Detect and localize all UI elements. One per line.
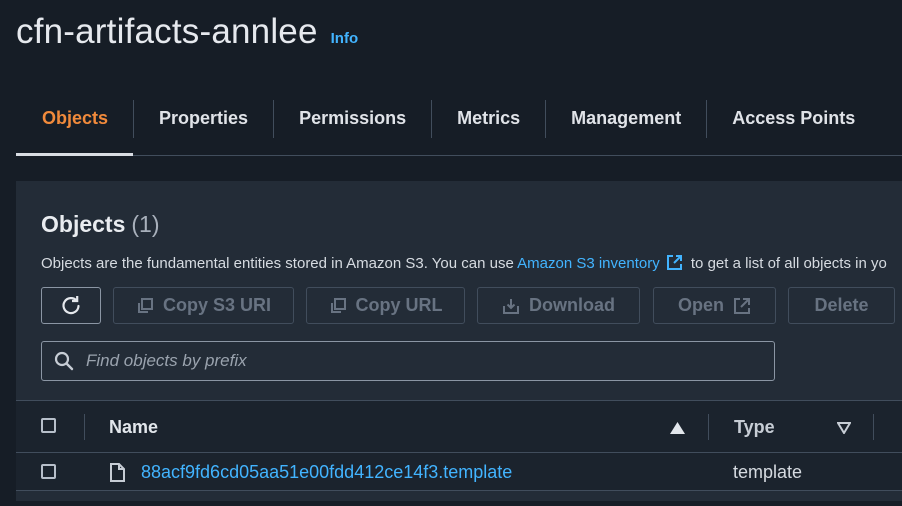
refresh-icon xyxy=(60,295,82,317)
tab-permissions[interactable]: Permissions xyxy=(274,82,431,155)
download-icon xyxy=(502,297,520,315)
table-header: Name Type xyxy=(16,400,902,453)
search-icon xyxy=(54,351,74,371)
copy-s3-uri-label: Copy S3 URI xyxy=(162,295,272,315)
download-button[interactable]: Download xyxy=(477,287,640,324)
s3-inventory-link-label: Amazon S3 inventory xyxy=(517,255,660,272)
delete-button[interactable]: Delete xyxy=(788,287,895,324)
column-divider xyxy=(708,414,709,440)
column-header-name[interactable]: Name xyxy=(109,417,158,438)
search-input[interactable] xyxy=(84,350,728,372)
external-link-icon xyxy=(666,254,683,275)
column-divider xyxy=(84,414,85,440)
description-text: Objects are the fundamental entities sto… xyxy=(41,255,518,272)
open-button[interactable]: Open xyxy=(653,287,776,324)
copy-icon xyxy=(136,297,154,315)
copy-icon xyxy=(329,297,347,315)
external-link-icon xyxy=(733,297,751,315)
copy-url-label: Copy URL xyxy=(355,295,443,315)
tab-access-points[interactable]: Access Points xyxy=(707,82,880,155)
column-divider xyxy=(873,414,874,440)
tab-objects[interactable]: Objects xyxy=(16,82,134,156)
s3-inventory-link[interactable]: Amazon S3 inventory xyxy=(517,255,687,272)
tab-metrics[interactable]: Metrics xyxy=(432,82,545,155)
refresh-button[interactable] xyxy=(41,287,101,324)
objects-panel: Objects (1) Objects are the fundamental e… xyxy=(16,181,902,501)
copy-url-button[interactable]: Copy URL xyxy=(306,287,465,324)
object-type: template xyxy=(733,462,803,482)
row-checkbox[interactable] xyxy=(41,464,56,479)
objects-count: (1) xyxy=(131,211,160,237)
sort-ascending-icon[interactable] xyxy=(670,421,685,439)
open-label: Open xyxy=(677,295,724,315)
page-header: cfn-artifacts-annlee Info xyxy=(16,12,358,52)
copy-s3-uri-button[interactable]: Copy S3 URI xyxy=(113,287,294,324)
select-all-checkbox[interactable] xyxy=(41,418,56,433)
info-link[interactable]: Info xyxy=(331,30,359,47)
tab-management[interactable]: Management xyxy=(546,82,706,155)
delete-label: Delete xyxy=(814,295,869,315)
column-header-type[interactable]: Type xyxy=(734,417,775,438)
objects-description: Objects are the fundamental entities sto… xyxy=(41,254,887,275)
download-label: Download xyxy=(529,295,615,315)
objects-panel-title: Objects (1) xyxy=(41,211,160,238)
objects-heading: Objects xyxy=(41,211,126,237)
search-box xyxy=(41,341,775,381)
sort-descending-icon[interactable] xyxy=(836,421,852,439)
description-text-end: to get a list of all objects in yo xyxy=(686,255,887,272)
page-title: cfn-artifacts-annlee xyxy=(16,12,318,51)
object-name-link[interactable]: 88acf9fd6cd05aa51e00fdd412ce14f3.templat… xyxy=(141,462,512,483)
table-row[interactable]: 88acf9fd6cd05aa51e00fdd412ce14f3.templat… xyxy=(16,453,902,491)
tab-properties[interactable]: Properties xyxy=(134,82,273,155)
file-icon xyxy=(109,463,126,487)
tab-bar: Objects Properties Permissions Metrics M… xyxy=(16,82,902,156)
